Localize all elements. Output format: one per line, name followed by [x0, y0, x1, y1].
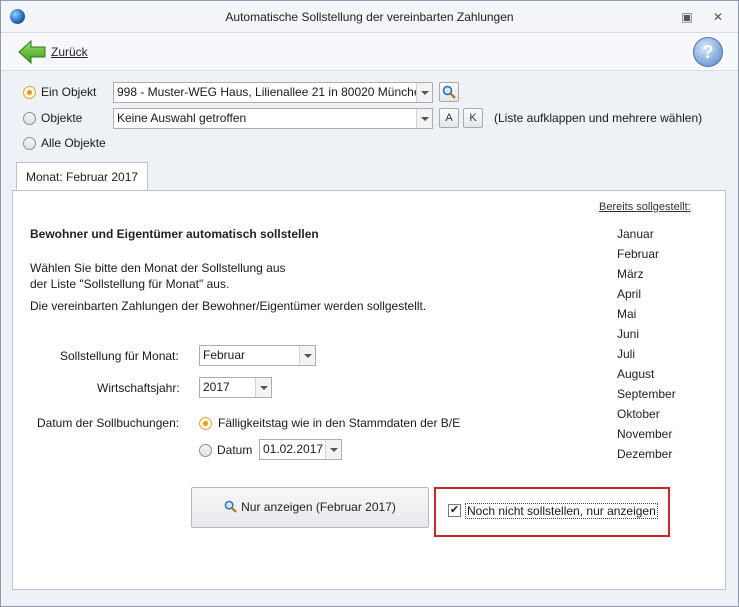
- radio-alle-objekte[interactable]: [23, 137, 36, 150]
- select-k-button[interactable]: K: [463, 108, 483, 128]
- list-item: Februar: [617, 247, 660, 261]
- preview-checkbox[interactable]: ✔: [448, 504, 461, 517]
- ein-objekt-value: 998 - Muster-WEG Haus, Lilienallee 21 in…: [117, 85, 428, 99]
- instruction-line-2: der Liste "Sollstellung für Monat" aus.: [30, 277, 230, 291]
- chevron-down-icon[interactable]: [255, 378, 271, 397]
- year-select[interactable]: 2017: [199, 377, 272, 398]
- option-due-label: Fälligkeitstag wie in den Stammdaten der…: [218, 416, 461, 430]
- instruction-line-1: Wählen Sie bitte den Monat der Sollstell…: [30, 261, 286, 275]
- objekte-combo[interactable]: Keine Auswahl getroffen: [113, 108, 433, 129]
- ein-objekt-combo[interactable]: 998 - Muster-WEG Haus, Lilienallee 21 in…: [113, 82, 433, 103]
- objekte-label: Objekte: [41, 111, 83, 125]
- chevron-down-icon[interactable]: [325, 440, 341, 459]
- show-only-button[interactable]: Nur anzeigen (Februar 2017): [191, 487, 429, 528]
- list-item: Juni: [617, 327, 640, 341]
- radio-ein-objekt[interactable]: [23, 86, 36, 99]
- restore-icon[interactable]: ▣: [679, 9, 695, 25]
- already-booked-list: Januar Februar März April Mai Juni Juli …: [617, 224, 707, 464]
- search-icon: [442, 85, 456, 99]
- object-search-button[interactable]: [439, 82, 459, 102]
- year-label: Wirtschaftsjahr:: [97, 381, 180, 395]
- objekte-value: Keine Auswahl getroffen: [117, 111, 247, 125]
- date-picker[interactable]: 01.02.2017: [259, 439, 342, 460]
- list-item: April: [617, 287, 642, 301]
- dialog-window: Automatische Sollstellung der vereinbart…: [0, 0, 739, 607]
- tab-monat[interactable]: Monat: Februar 2017: [16, 162, 148, 191]
- chevron-down-icon[interactable]: [416, 83, 432, 102]
- list-item: Januar: [617, 227, 654, 241]
- back-label: Zurück: [51, 45, 88, 59]
- highlight-box: ✔ Noch nicht sollstellen, nur anzeigen: [434, 487, 670, 537]
- chevron-down-icon[interactable]: [416, 109, 432, 128]
- close-icon[interactable]: ✕: [710, 9, 726, 25]
- back-button[interactable]: Zurück: [51, 45, 88, 59]
- back-arrow-icon[interactable]: [18, 39, 46, 65]
- preview-checkbox-label[interactable]: Noch nicht sollstellen, nur anzeigen: [465, 503, 658, 519]
- search-icon: [224, 500, 238, 513]
- help-icon[interactable]: ?: [693, 37, 723, 67]
- radio-custom-date[interactable]: [199, 444, 212, 457]
- ein-objekt-label: Ein Objekt: [41, 85, 97, 99]
- radio-objekte[interactable]: [23, 112, 36, 125]
- toolbar: Zurück ?: [1, 33, 738, 71]
- list-item: Juli: [617, 347, 636, 361]
- select-all-button[interactable]: A: [439, 108, 459, 128]
- radio-due-date[interactable]: [199, 417, 212, 430]
- list-item: November: [617, 427, 673, 441]
- list-item: Mai: [617, 307, 637, 321]
- list-item: Dezember: [617, 447, 673, 461]
- show-only-label: Nur anzeigen (Februar 2017): [241, 500, 396, 514]
- tab-panel: Bewohner und Eigentümer automatisch soll…: [12, 190, 726, 590]
- alle-objekte-label: Alle Objekte: [41, 136, 106, 150]
- list-item: September: [617, 387, 676, 401]
- date-label: Datum der Sollbuchungen:: [37, 416, 180, 430]
- option-date-label: Datum: [217, 443, 253, 457]
- chevron-down-icon[interactable]: [299, 346, 315, 365]
- title-bar: Automatische Sollstellung der vereinbart…: [1, 1, 738, 33]
- month-select[interactable]: Februar: [199, 345, 316, 366]
- list-item: März: [617, 267, 644, 281]
- already-booked-title: Bereits sollgestellt:: [599, 201, 691, 213]
- month-label: Sollstellung für Monat:: [60, 349, 179, 363]
- list-item: August: [617, 367, 655, 381]
- panel-heading: Bewohner und Eigentümer automatisch soll…: [30, 227, 319, 241]
- instruction-line-3: Die vereinbarten Zahlungen der Bewohner/…: [30, 299, 427, 313]
- objekte-hint: (Liste aufklappen und mehrere wählen): [494, 111, 703, 125]
- window-title: Automatische Sollstellung der vereinbart…: [225, 10, 514, 24]
- list-item: Oktober: [617, 407, 660, 421]
